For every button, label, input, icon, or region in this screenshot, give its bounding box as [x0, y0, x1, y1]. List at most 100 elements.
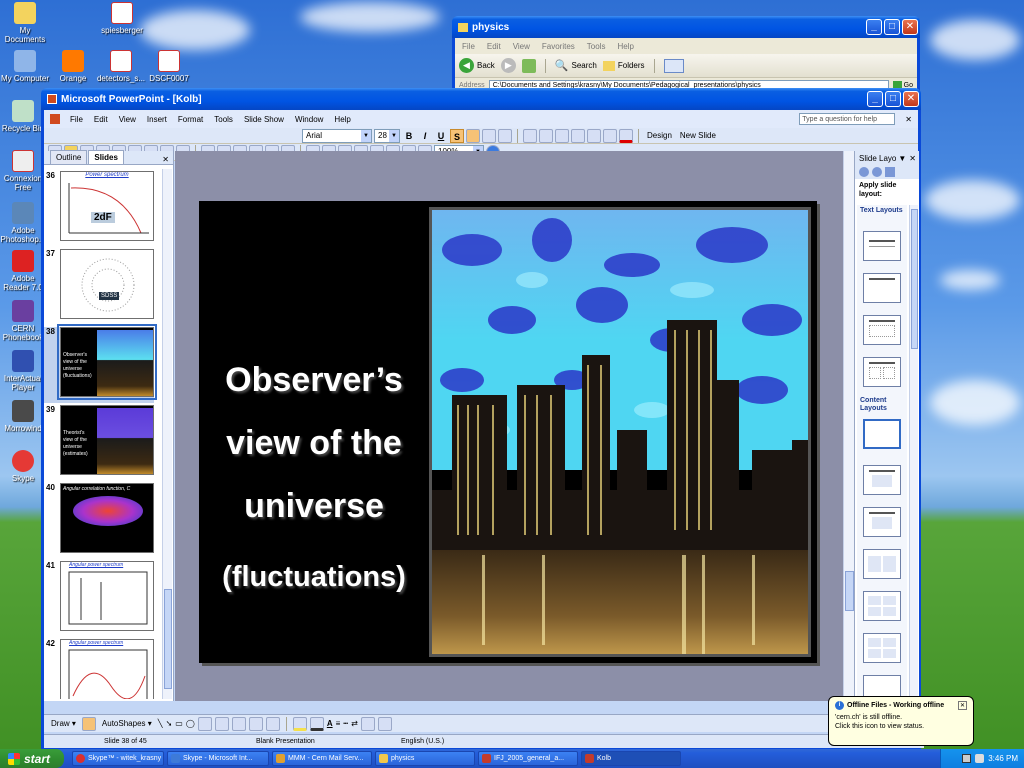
forward-icon[interactable]	[872, 167, 882, 177]
menu-tools[interactable]: Tools	[586, 42, 607, 51]
layout-four-content[interactable]	[863, 591, 901, 621]
taskbar-item-skype[interactable]: Skype™ - witek_krasny	[72, 751, 164, 766]
font-color-icon[interactable]: A	[327, 719, 333, 728]
close-pane-icon[interactable]: ✕	[162, 155, 173, 164]
layout-two-content[interactable]	[863, 549, 901, 579]
font-size-select[interactable]: 28 ▼	[374, 128, 400, 143]
desktop-icon-spiesberger[interactable]: spiesberger	[97, 2, 147, 35]
layout-title-slide[interactable]	[863, 231, 901, 261]
design-button[interactable]: Design	[644, 131, 675, 140]
layout-two-column-text[interactable]	[863, 357, 901, 387]
thumbnail-row[interactable]: 36 Power spectrum 2dF	[44, 171, 154, 247]
thumbnail-scrollbar[interactable]	[162, 169, 172, 699]
maximize-button[interactable]: □	[884, 19, 900, 35]
font-name-select[interactable]: Arial ▼	[302, 128, 372, 143]
wordart-icon[interactable]	[214, 716, 229, 731]
speaker-icon[interactable]	[975, 754, 985, 763]
taskbar-item-mail[interactable]: MMM - Cern Mail Serv...	[272, 751, 372, 766]
text-box-icon[interactable]	[197, 716, 212, 731]
autoshapes-menu[interactable]: AutoShapes ▾	[99, 719, 155, 728]
picture-icon[interactable]	[265, 716, 280, 731]
arrow-icon[interactable]: ➘	[166, 719, 173, 728]
desktop-icon-my-documents[interactable]: My Documents	[0, 2, 50, 44]
select-objects-icon[interactable]	[81, 716, 96, 731]
offline-files-tray-icon[interactable]	[962, 754, 972, 763]
thumbnail-row[interactable]: 42 Angular power spectrum	[44, 639, 154, 699]
layout-title-and-text[interactable]	[863, 315, 901, 345]
italic-icon[interactable]: I	[418, 129, 432, 143]
menu-tools[interactable]: Tools	[213, 115, 234, 124]
offline-files-balloon[interactable]: i Offline Files - Working offline ✕ 'cer…	[828, 696, 974, 746]
layout-title-four-content[interactable]	[863, 633, 901, 663]
taskbar-item-kolb[interactable]: Kolb	[581, 751, 681, 766]
desktop-icon-detectors[interactable]: detectors_s...	[96, 50, 146, 83]
bullets-icon[interactable]	[539, 128, 553, 143]
new-slide-button[interactable]: New Slide	[677, 131, 719, 140]
home-icon[interactable]	[885, 167, 895, 177]
decrease-indent-icon[interactable]	[587, 128, 601, 143]
numbering-icon[interactable]	[523, 128, 537, 143]
thumbnail-row[interactable]: 40 Angular correlation function, C	[44, 483, 154, 559]
menu-format[interactable]: Format	[177, 115, 204, 124]
shadow-style-icon[interactable]	[360, 716, 375, 731]
menu-view[interactable]: View	[118, 115, 137, 124]
font-color-icon[interactable]	[619, 128, 633, 143]
help-question-box[interactable]: Type a question for help	[799, 113, 896, 125]
views-button[interactable]	[663, 58, 684, 73]
menu-view[interactable]: View	[512, 42, 531, 51]
tab-slides[interactable]: Slides	[88, 150, 124, 164]
layout-title-only[interactable]	[863, 273, 901, 303]
thumbnail-row[interactable]: 41 Angular power spectrum	[44, 561, 154, 637]
close-document-icon[interactable]: ✕	[904, 115, 918, 124]
3d-style-icon[interactable]	[377, 716, 392, 731]
thumbnail-row-selected[interactable]: 38 Observer's view of the universe (fluc…	[44, 324, 157, 403]
align-center-icon[interactable]	[482, 128, 496, 143]
bold-icon[interactable]: B	[402, 129, 416, 143]
layout-blank[interactable]	[863, 419, 901, 449]
thumbnail-row[interactable]: 37 SDSS	[44, 249, 154, 325]
folders-button[interactable]: Folders	[602, 60, 645, 71]
line-color-icon[interactable]	[309, 716, 324, 731]
underline-icon[interactable]: U	[434, 129, 448, 143]
task-pane-scrollbar[interactable]	[909, 205, 918, 699]
oval-icon[interactable]: ◯	[186, 719, 195, 728]
arrow-style-icon[interactable]: ⇄	[351, 719, 358, 728]
menu-edit[interactable]: Edit	[93, 115, 109, 124]
slide-city-image[interactable]	[429, 207, 811, 657]
powerpoint-titlebar[interactable]: Microsoft PowerPoint - [Kolb] _ □ ✕	[41, 88, 921, 110]
menu-favorites[interactable]: Favorites	[541, 42, 576, 51]
task-pane-header[interactable]: Slide Layo ▼ ✕	[855, 151, 919, 165]
clip-art-icon[interactable]	[248, 716, 263, 731]
tab-outline[interactable]: Outline	[50, 150, 88, 164]
align-left-icon[interactable]	[466, 128, 480, 143]
menu-help[interactable]: Help	[616, 42, 634, 51]
slide-title-block[interactable]: Observer’s view of the universe (fluctua…	[199, 349, 429, 616]
clock[interactable]: 3:46 PM	[988, 754, 1018, 763]
rectangle-icon[interactable]: ▭	[175, 719, 183, 728]
maximize-button[interactable]: □	[885, 91, 901, 107]
desktop-icon-dscf0007[interactable]: DSCF0007	[144, 50, 194, 83]
dash-style-icon[interactable]: ┅	[343, 719, 348, 728]
thumbnail-row[interactable]: 39 Theorist's view of the universe (esti…	[44, 405, 154, 481]
decrease-font-icon[interactable]	[571, 128, 585, 143]
line-icon[interactable]: ╲	[158, 719, 163, 728]
minimize-button[interactable]: _	[867, 91, 883, 107]
back-button[interactable]: ◀ Back	[459, 58, 495, 73]
increase-indent-icon[interactable]	[603, 128, 617, 143]
align-right-icon[interactable]	[498, 128, 512, 143]
diagram-icon[interactable]	[231, 716, 246, 731]
explorer-titlebar[interactable]: physics _ □ ✕	[452, 16, 920, 38]
menu-help[interactable]: Help	[333, 115, 351, 124]
menu-file[interactable]: File	[69, 115, 84, 124]
line-style-icon[interactable]: ≡	[336, 719, 341, 728]
back-icon[interactable]	[859, 167, 869, 177]
increase-font-icon[interactable]	[555, 128, 569, 143]
forward-arrow-icon[interactable]: ▶	[500, 58, 516, 73]
taskbar-item-skype-ie[interactable]: Skype - Microsoft Int...	[167, 751, 269, 766]
menu-insert[interactable]: Insert	[146, 115, 168, 124]
taskbar-item-ifj[interactable]: IFJ_2005_general_a...	[478, 751, 578, 766]
start-button[interactable]: start	[0, 749, 64, 768]
menu-window[interactable]: Window	[294, 115, 324, 124]
menu-file[interactable]: File	[461, 42, 476, 51]
fill-color-icon[interactable]	[292, 716, 307, 731]
